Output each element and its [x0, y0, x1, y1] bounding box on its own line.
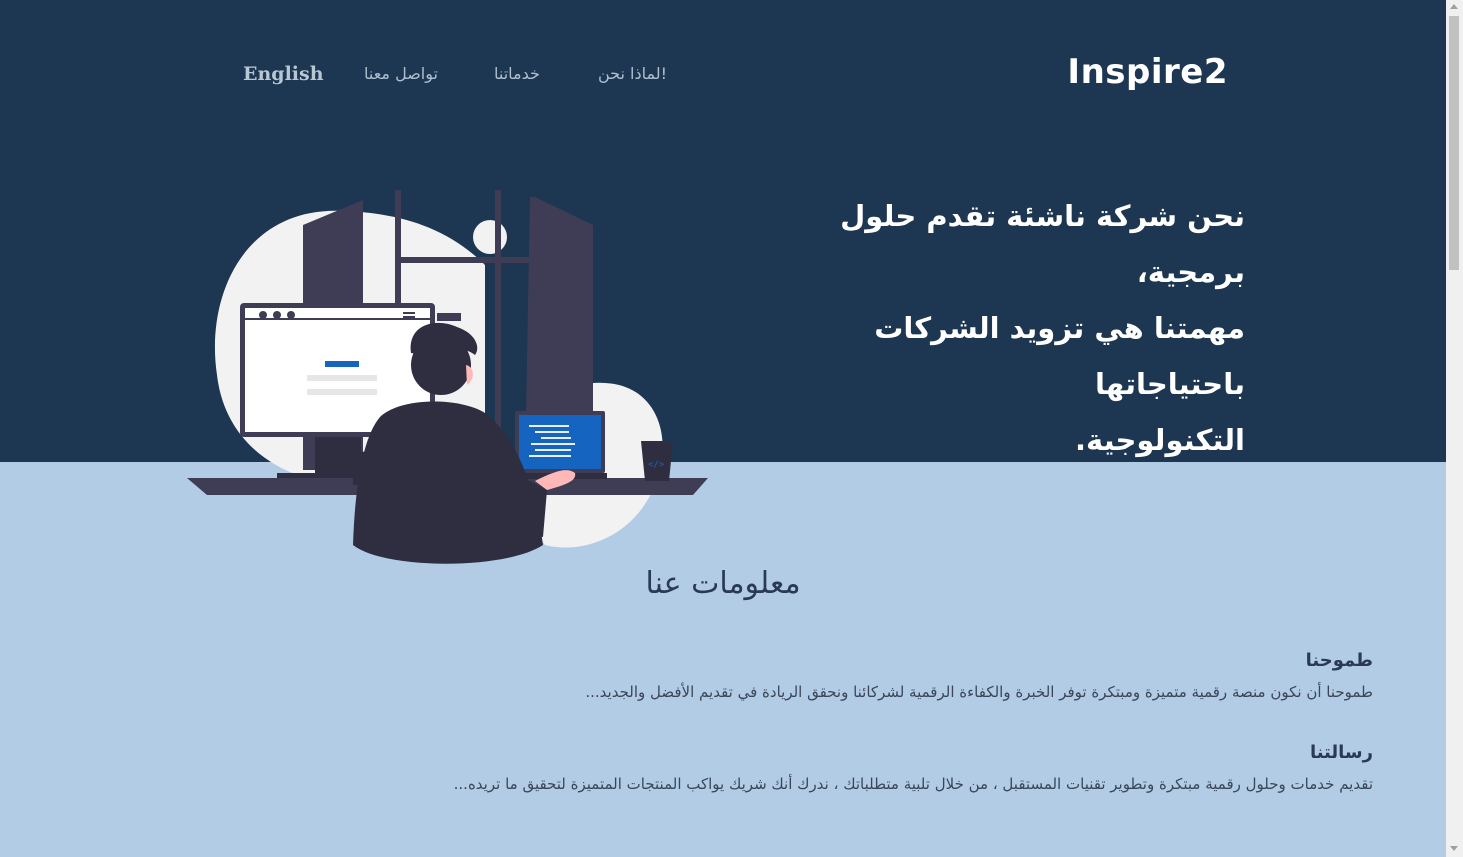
svg-text:</>: </> [648, 460, 665, 470]
nav-link-contact[interactable]: تواصل معنا [364, 64, 438, 83]
hero-headline: نحن شركة ناشئة تقدم حلول برمجية، مهمتنا … [725, 188, 1245, 468]
scrollbar-thumb[interactable] [1449, 16, 1459, 270]
developer-illustration: </> [187, 190, 708, 564]
scroll-up-arrow-icon[interactable] [1450, 4, 1458, 9]
language-switch-link[interactable]: English [243, 63, 324, 85]
hero-line-3: التكنولوجية. [1075, 423, 1245, 457]
ambition-block: طموحنا طموحنا أن نكون منصة رقمية متميزة … [585, 650, 1373, 701]
hero-line-1: نحن شركة ناشئة تقدم حلول برمجية، [840, 199, 1245, 289]
brand-logo[interactable]: Inspire2 [1067, 52, 1228, 92]
ambition-text: طموحنا أن نكون منصة رقمية متميزة ومبتكرة… [585, 683, 1373, 701]
mission-block: رسالتنا تقديم خدمات وحلول رقمية مبتكرة و… [454, 742, 1373, 793]
nav-link-why-us[interactable]: لماذا نحن! [598, 64, 667, 83]
about-title: معلومات عنا [645, 566, 801, 601]
nav-link-services[interactable]: خدماتنا [494, 64, 540, 83]
vertical-scrollbar[interactable] [1446, 0, 1463, 857]
mission-heading: رسالتنا [1309, 742, 1373, 763]
ambition-heading: طموحنا [1305, 650, 1373, 671]
mission-text: تقديم خدمات وحلول رقمية مبتكرة وتطوير تق… [453, 775, 1373, 793]
scroll-down-arrow-icon[interactable] [1450, 846, 1458, 851]
hero-line-2: مهمتنا هي تزويد الشركات باحتياجاتها [874, 311, 1245, 401]
